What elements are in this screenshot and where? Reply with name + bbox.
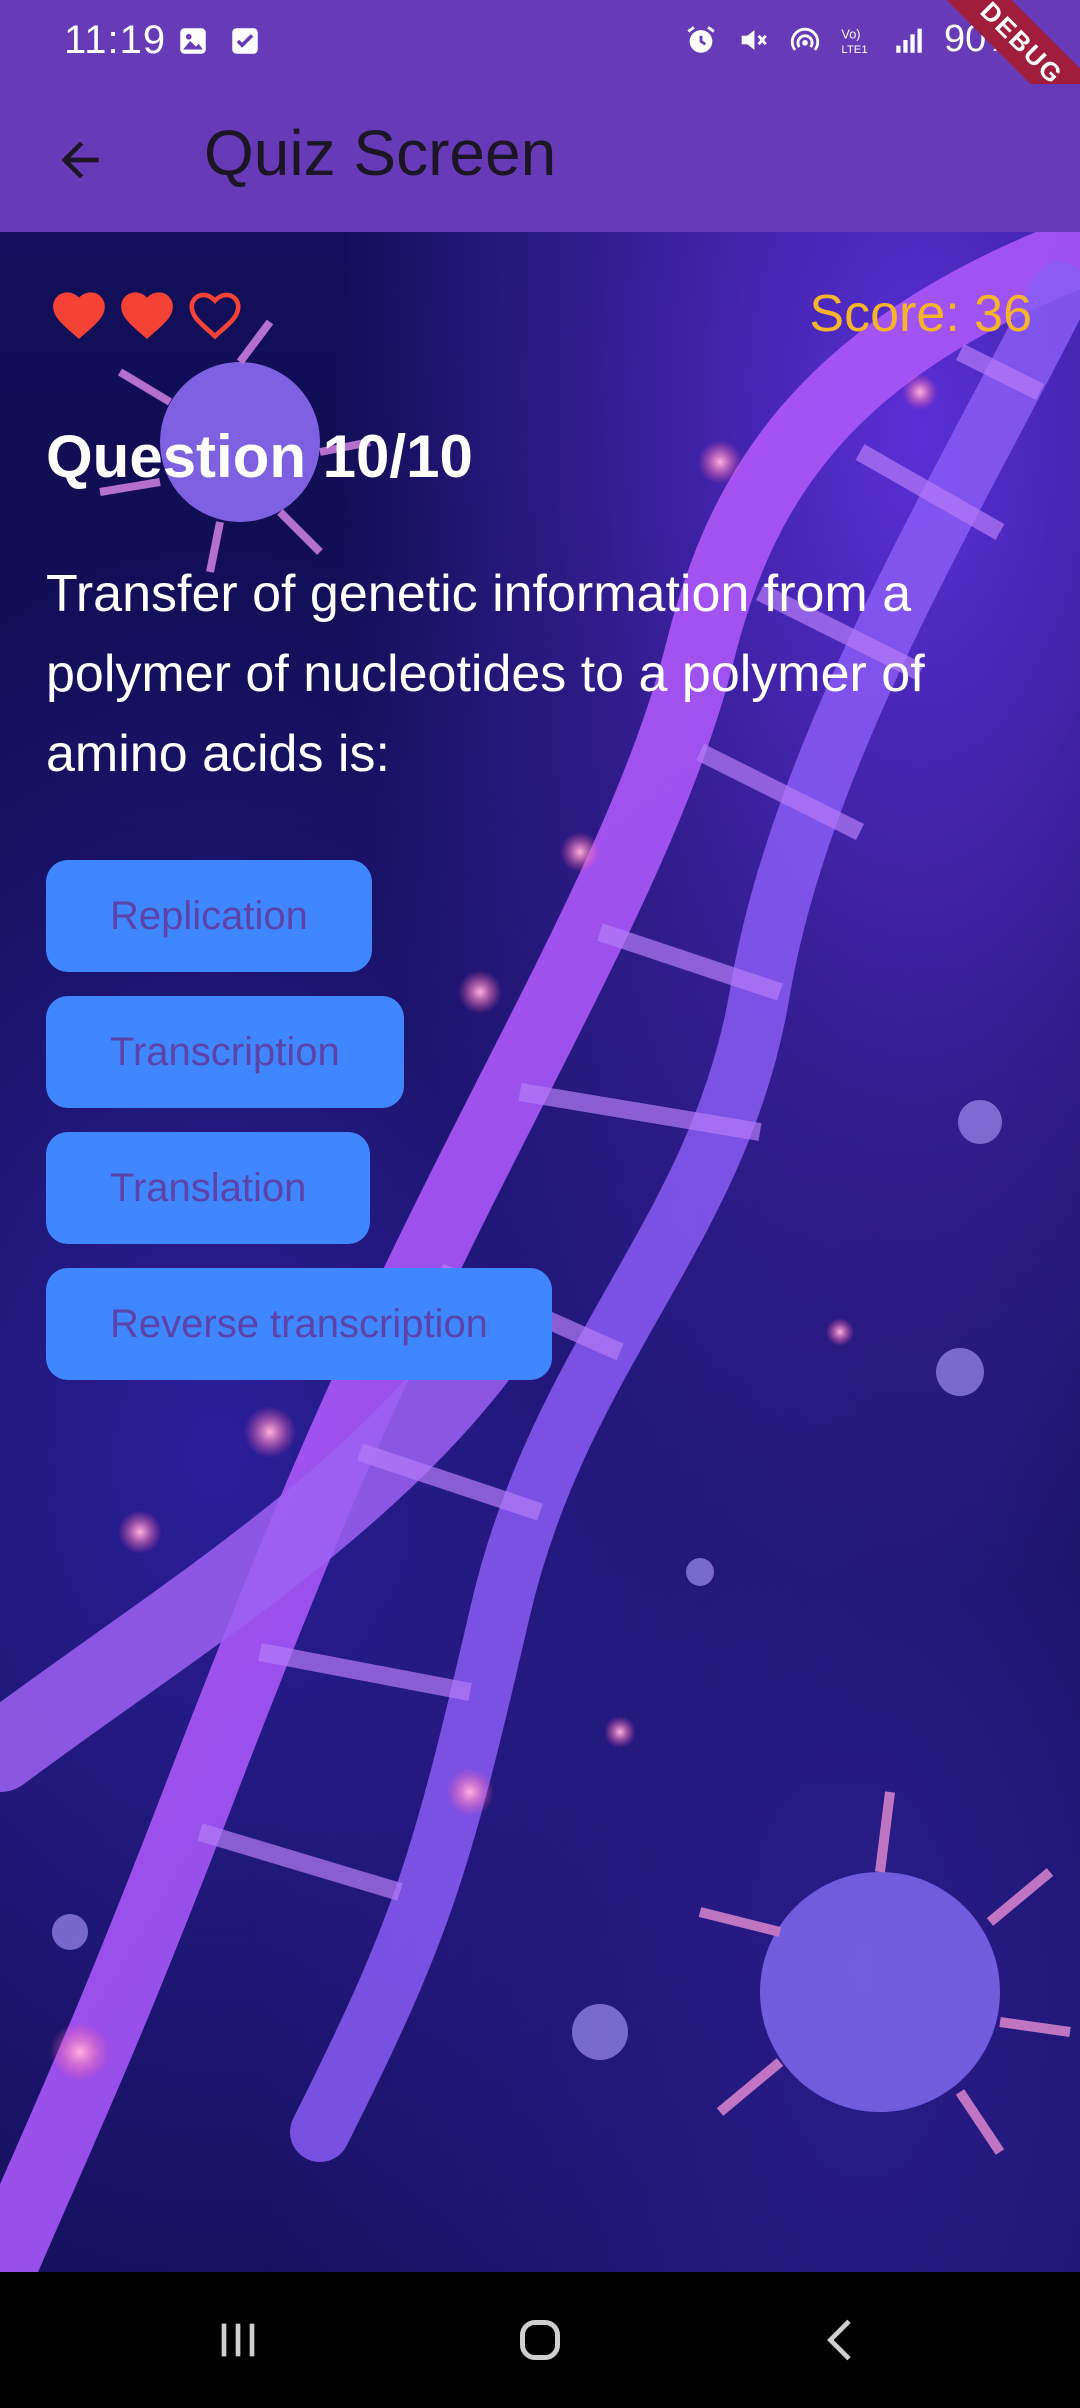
quiz-screen: 11:19 Vo) LTE1 90% DEBUG Quiz Screen Sco… bbox=[0, 0, 1080, 2408]
option-button-reverse-transcription[interactable]: Reverse transcription bbox=[46, 1268, 552, 1380]
option-button-replication[interactable]: Replication bbox=[46, 860, 372, 972]
lives-indicator bbox=[48, 284, 246, 342]
hotspot-icon bbox=[790, 27, 820, 51]
svg-text:LTE1: LTE1 bbox=[841, 43, 867, 55]
recent-apps-icon bbox=[221, 2323, 255, 2357]
status-time: 11:19 bbox=[64, 18, 167, 62]
heart-filled-icon bbox=[53, 292, 105, 339]
system-nav-bar bbox=[0, 2272, 1080, 2408]
back-icon bbox=[827, 2319, 851, 2361]
virus-illustration-bottom bbox=[698, 1791, 1071, 2155]
home-button[interactable] bbox=[496, 2296, 584, 2384]
signal-icon bbox=[896, 28, 922, 53]
option-button-transcription[interactable]: Transcription bbox=[46, 996, 404, 1108]
back-button[interactable] bbox=[40, 120, 120, 200]
answer-options: Replication Transcription Translation Re… bbox=[46, 860, 552, 1380]
recent-apps-button[interactable] bbox=[194, 2296, 282, 2384]
arrow-back-icon bbox=[61, 141, 99, 179]
status-bar: 11:19 Vo) LTE1 90% DEBUG bbox=[0, 0, 1080, 145]
svg-text:Vo): Vo) bbox=[841, 26, 860, 41]
question-number: Question 10/10 bbox=[46, 423, 473, 490]
quiz-content: Score: 36 Question 10/10 Transfer of gen… bbox=[0, 232, 1080, 2272]
gallery-icon bbox=[180, 28, 206, 54]
volte-icon: Vo) LTE1 bbox=[841, 26, 867, 55]
heart-outline-icon bbox=[189, 292, 241, 340]
question-text: Transfer of genetic information from a p… bbox=[46, 565, 925, 783]
score-label: Score: 36 bbox=[809, 285, 1032, 343]
page-title: Quiz Screen bbox=[204, 117, 557, 189]
option-button-translation[interactable]: Translation bbox=[46, 1132, 371, 1244]
system-status-icons: Vo) LTE1 90% bbox=[684, 18, 1020, 61]
nav-back-button[interactable] bbox=[798, 2296, 886, 2384]
home-icon bbox=[520, 2320, 560, 2360]
alarm-icon bbox=[687, 25, 715, 53]
checkbox-icon bbox=[232, 28, 258, 54]
app-bar: Quiz Screen bbox=[0, 84, 1080, 232]
notification-icons bbox=[176, 24, 262, 58]
heart-filled-icon bbox=[121, 292, 173, 339]
mute-icon bbox=[741, 29, 767, 50]
